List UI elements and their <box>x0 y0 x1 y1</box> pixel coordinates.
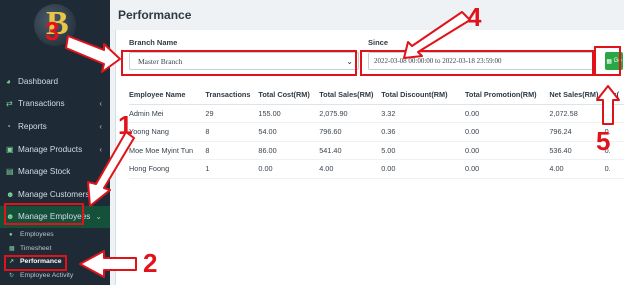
annotation-arrow-4 <box>403 11 471 59</box>
annotation-arrows <box>65 11 620 278</box>
annotation-arrow-1 <box>87 131 135 207</box>
app-window: B ◕ Dashboard ⇄ Transactions ‹ ◔ Reports… <box>0 0 624 285</box>
annotation-arrow-5 <box>596 85 620 125</box>
annotation-arrow-2 <box>79 250 137 278</box>
annotation-arrow-3 <box>65 35 121 73</box>
